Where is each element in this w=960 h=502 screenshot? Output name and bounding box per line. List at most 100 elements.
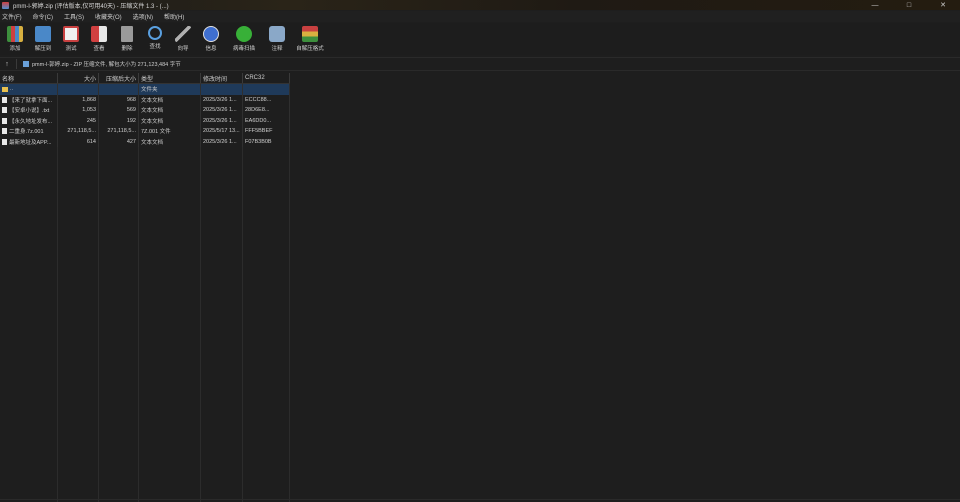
sfx-label: 自解压格式 [296, 46, 324, 52]
add-icon [7, 26, 23, 42]
row-modified: 2025/3/26 1... [201, 105, 243, 116]
file-icon [2, 117, 7, 124]
row-modified: 2025/3/26 1... [201, 115, 243, 126]
row-crc: ECCC88... [243, 94, 290, 105]
add-button[interactable]: 添加 [4, 23, 26, 52]
comment-icon [269, 26, 285, 42]
find-icon [148, 26, 162, 40]
table-row[interactable]: 最新地址及APP... 614 427 文本文档 2025/3/26 1... … [0, 136, 290, 147]
row-crc: F07B3B0B [243, 136, 290, 147]
column-packed[interactable]: 压缩后大小 [99, 73, 139, 83]
file-list-header: 名称 大小 压缩后大小 类型 修改时间 CRC32 [0, 73, 290, 84]
add-label: 添加 [9, 46, 21, 52]
row-name: 二重身.7z.001 [9, 129, 44, 136]
row-packed [99, 84, 139, 95]
column-gridlines [0, 147, 290, 502]
comment-button[interactable]: 注释 [266, 23, 288, 52]
scan-icon [236, 26, 252, 42]
row-name: .. [10, 86, 14, 93]
menu-file[interactable]: 文件(F) [2, 12, 22, 21]
path-divider [16, 59, 17, 69]
table-row[interactable]: 【来了就拿下面... 1,868 968 文本文档 2025/3/26 1...… [0, 94, 290, 105]
info-icon [203, 26, 219, 42]
delete-icon [121, 26, 133, 42]
maximize-button[interactable]: □ [892, 0, 926, 10]
file-icon [2, 138, 7, 145]
row-packed: 192 [99, 115, 139, 126]
test-label: 测试 [65, 46, 77, 52]
file-icon [2, 96, 7, 103]
app-icon [2, 1, 9, 9]
file-list: .. 文件夹 【来了就拿下面... 1,868 968 文本文档 2025/3/… [0, 84, 290, 147]
delete-button[interactable]: 删除 [116, 23, 138, 52]
row-modified: 2025/3/26 1... [201, 94, 243, 105]
table-row[interactable]: 二重身.7z.001 271,118,5... 271,118,5... 7Z.… [0, 126, 290, 137]
close-button[interactable]: ✕ [926, 0, 960, 10]
find-button[interactable]: 查找 [144, 23, 166, 50]
menu-commands[interactable]: 命令(C) [33, 12, 53, 21]
row-size: 1,868 [58, 94, 99, 105]
sfx-button[interactable]: 自解压格式 [294, 23, 326, 52]
comment-label: 注释 [271, 46, 283, 52]
row-modified [201, 84, 243, 95]
wizard-icon [175, 26, 191, 42]
column-type[interactable]: 类型 [139, 73, 201, 83]
menu-help[interactable]: 帮助(H) [164, 12, 184, 21]
row-type: 文本文档 [139, 136, 201, 147]
row-type: 文本文档 [139, 105, 201, 116]
column-name[interactable]: 名称 [0, 73, 58, 83]
status-divider [0, 499, 960, 500]
extract-icon [35, 26, 51, 42]
row-size: 614 [58, 136, 99, 147]
row-type: 文本文档 [139, 115, 201, 126]
table-row[interactable]: 【安卓小说】.txt 1,053 569 文本文档 2025/3/26 1...… [0, 105, 290, 116]
row-type: 文件夹 [139, 84, 201, 95]
sfx-icon [302, 26, 318, 42]
window-title: pmm-l-郭婷.zip (评估版本,仅可用40天) - 压缩文件 1.3 - … [13, 3, 169, 10]
row-size [58, 84, 99, 95]
row-type: 7Z.001 文件 [139, 126, 201, 137]
column-crc[interactable]: CRC32 [243, 73, 290, 83]
info-button[interactable]: 信息 [200, 23, 222, 52]
row-type: 文本文档 [139, 94, 201, 105]
minimize-button[interactable]: — [858, 0, 892, 10]
test-icon [63, 26, 79, 42]
row-packed: 569 [99, 105, 139, 116]
row-packed: 271,118,5... [99, 126, 139, 137]
wizard-button[interactable]: 向导 [172, 23, 194, 52]
menu-tools[interactable]: 工具(S) [64, 12, 84, 21]
folder-icon [2, 86, 8, 92]
row-name: 【安卓小说】.txt [9, 108, 50, 115]
archive-path: pmm-l-郭婷.zip - ZIP 压缩文件, 解包大小为 271,123,4… [32, 62, 181, 68]
up-arrow-icon[interactable]: ↑ [2, 61, 12, 68]
virus-scan-button[interactable]: 病毒扫描 [228, 23, 260, 52]
extract-button[interactable]: 解压到 [32, 23, 54, 52]
extract-label: 解压到 [34, 46, 52, 52]
row-size: 1,053 [58, 105, 99, 116]
row-crc [243, 84, 290, 95]
column-modified[interactable]: 修改时间 [201, 73, 243, 83]
table-row[interactable]: 【永久地址发布... 245 192 文本文档 2025/3/26 1... E… [0, 115, 290, 126]
column-size[interactable]: 大小 [58, 73, 99, 83]
menu-options[interactable]: 选项(N) [133, 12, 153, 21]
row-crc: FFF5BBEF [243, 126, 290, 137]
find-label: 查找 [149, 44, 161, 50]
view-button[interactable]: 查看 [88, 23, 110, 52]
title-bar: pmm-l-郭婷.zip (评估版本,仅可用40天) - 压缩文件 1.3 - … [0, 0, 960, 10]
test-button[interactable]: 测试 [60, 23, 82, 52]
row-packed: 427 [99, 136, 139, 147]
row-name: 【永久地址发布... [9, 118, 53, 125]
menu-favorites[interactable]: 收藏夹(O) [95, 12, 122, 21]
scan-label: 病毒扫描 [232, 46, 255, 52]
menu-bar: 文件(F) 命令(C) 工具(S) 收藏夹(O) 选项(N) 帮助(H) [0, 11, 960, 22]
info-label: 信息 [205, 46, 217, 52]
toolbar: 添加 解压到 测试 查看 删除 查找 向导 信息 病毒扫描 注释 自解压格式 [0, 23, 960, 55]
row-crc: EA6DD0... [243, 115, 290, 126]
file-icon [2, 128, 7, 135]
table-row[interactable]: .. 文件夹 [0, 84, 290, 95]
row-modified: 2025/5/17 13... [201, 126, 243, 137]
view-icon [91, 26, 107, 42]
row-packed: 968 [99, 94, 139, 105]
row-modified: 2025/3/26 1... [201, 136, 243, 147]
view-label: 查看 [93, 46, 105, 52]
